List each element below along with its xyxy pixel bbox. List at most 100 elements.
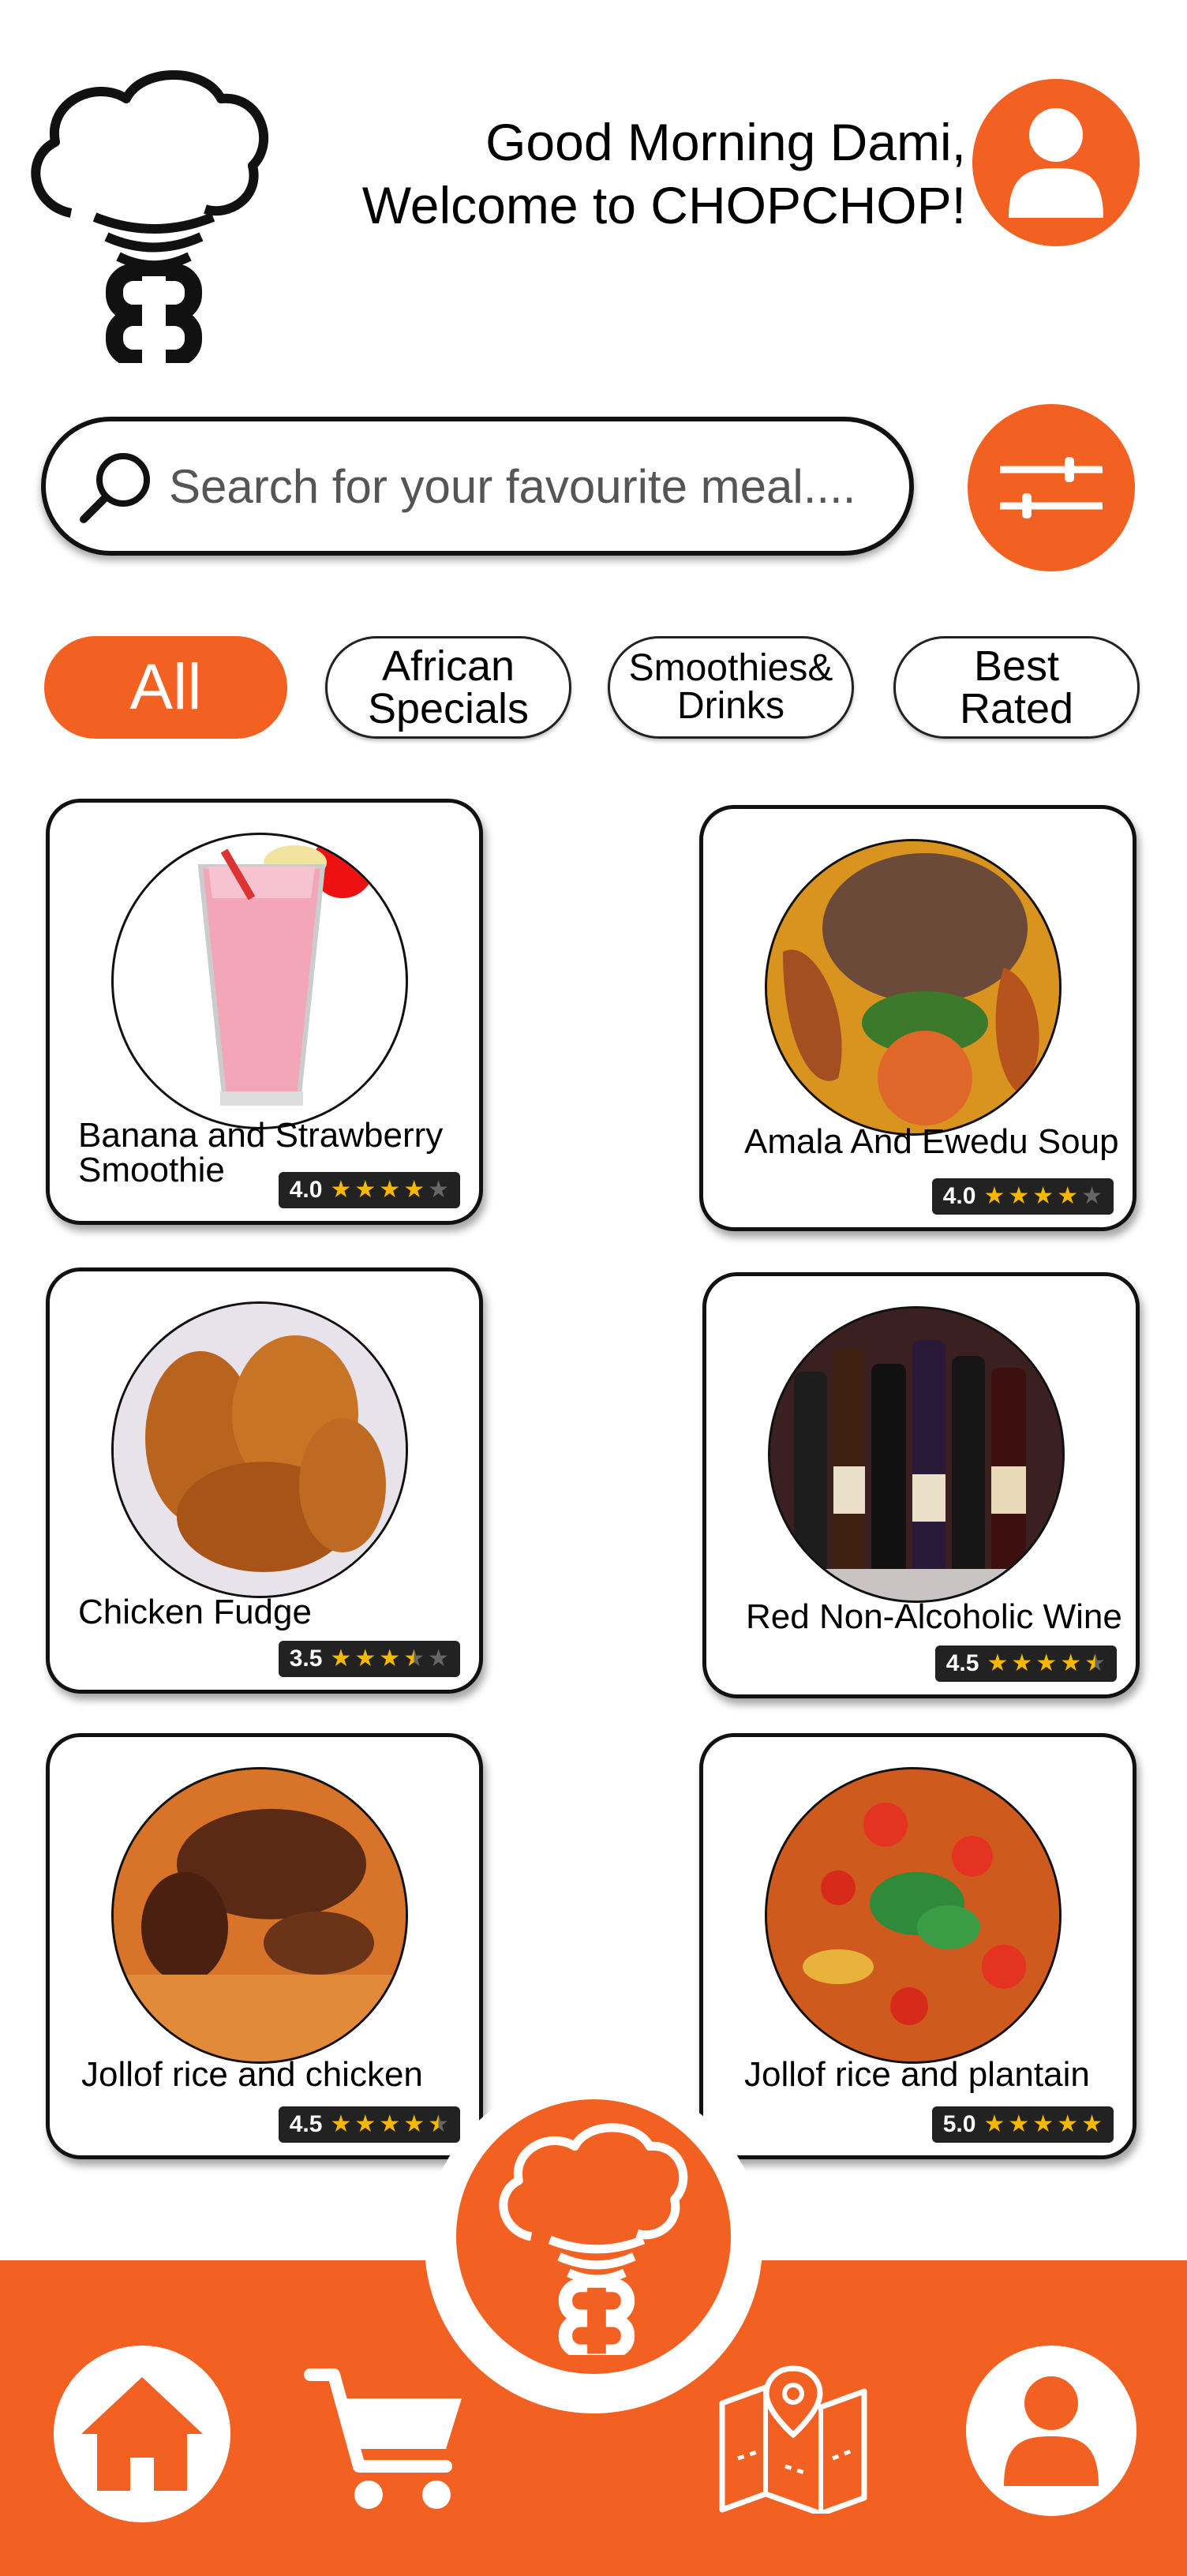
star-icon: ★	[330, 1177, 352, 1203]
rating-badge: 3.5 ★ ★ ★ ★ ★	[278, 1641, 460, 1677]
star-icon: ★	[983, 2111, 1005, 2137]
star-icon: ★	[354, 1646, 376, 1672]
home-icon	[81, 2377, 203, 2491]
search-bar[interactable]	[41, 417, 914, 556]
category-label-line-1: African	[381, 642, 515, 690]
star-icon: ★	[983, 1183, 1005, 1209]
greeting-line-2: Welcome to CHOPCHOP!	[361, 176, 966, 234]
product-name: Amala And Ewedu Soup	[744, 1125, 1155, 1159]
product-name: Chicken Fudge	[78, 1595, 489, 1630]
star-icon: ★	[1060, 1650, 1082, 1676]
rating-value: 5.0	[942, 2111, 976, 2137]
rating-stars: ★ ★ ★ ★ ★	[330, 1178, 449, 1202]
rating-stars: ★ ★ ★ ★ ★	[330, 2113, 449, 2136]
rating-badge: 4.5 ★ ★ ★ ★ ★	[934, 1646, 1117, 1682]
star-icon: ★	[1057, 1183, 1079, 1209]
product-name: Jollof rice and plantain	[744, 2057, 1155, 2092]
nav-home-button[interactable]	[54, 2346, 230, 2522]
product-name-line-1: Jollof rice and chicken	[81, 2055, 423, 2094]
rating-value: 4.0	[289, 1177, 323, 1203]
cart-icon	[304, 2368, 462, 2509]
greeting-line-1: Good Morning Dami,	[485, 113, 966, 171]
map-icon	[719, 2365, 867, 2514]
profile-avatar-button[interactable]	[972, 79, 1140, 246]
star-icon: ★	[428, 1177, 449, 1203]
product-image-wine	[768, 1306, 1065, 1603]
sliders-icon	[1000, 457, 1103, 519]
category-all[interactable]: All	[44, 636, 287, 739]
star-icon: ★	[330, 2111, 352, 2137]
category-label-line-1: Smoothies&	[628, 647, 833, 689]
rating-badge: 5.0 ★ ★ ★ ★ ★	[931, 2106, 1114, 2143]
product-name-line-1: Jollof rice and plantain	[744, 2055, 1090, 2094]
rating-stars: ★ ★ ★ ★ ★	[983, 2113, 1103, 2136]
chef-logo-icon	[499, 2123, 688, 2355]
chef-home-button[interactable]	[456, 2099, 731, 2374]
star-icon: ★	[379, 1646, 401, 1672]
product-name: Red Non-Alcoholic Wine	[746, 1600, 1156, 1634]
product-image-chicken	[111, 1301, 408, 1598]
category-best-rated[interactable]: Best Rated	[893, 636, 1140, 739]
product-card-red-non-alcoholic-wine[interactable]: Red Non-Alcoholic Wine 4.5 ★ ★ ★ ★ ★	[702, 1272, 1140, 1698]
category-smoothies-drinks[interactable]: Smoothies& Drinks	[608, 636, 854, 739]
product-name-line-1: Amala And Ewedu Soup	[744, 1122, 1119, 1161]
category-label-line-2: Rated	[959, 685, 1074, 732]
star-icon: ★	[1057, 2111, 1079, 2137]
category-african-specials[interactable]: African Specials	[325, 636, 571, 739]
filter-button[interactable]	[968, 404, 1135, 571]
rating-badge: 4.0 ★ ★ ★ ★ ★	[931, 1178, 1114, 1215]
product-card-amala-ewedu-soup[interactable]: Amala And Ewedu Soup 4.0 ★ ★ ★ ★ ★	[699, 805, 1136, 1231]
nav-profile-button[interactable]	[966, 2346, 1136, 2516]
product-image-amala	[765, 839, 1062, 1136]
rating-badge: 4.5 ★ ★ ★ ★ ★	[278, 2106, 460, 2143]
search-icon	[80, 453, 150, 523]
star-icon: ★	[1032, 1183, 1054, 1209]
rating-value: 4.5	[289, 2111, 323, 2137]
product-card-jollof-rice-plantain[interactable]: Jollof rice and plantain 5.0 ★ ★ ★ ★ ★	[699, 1733, 1136, 2159]
product-name-line-1: Red Non-Alcoholic Wine	[746, 1597, 1122, 1636]
star-icon: ★	[403, 1177, 425, 1203]
rating-stars: ★ ★ ★ ★ ★	[987, 1652, 1106, 1676]
rating-value: 3.5	[289, 1646, 323, 1672]
search-input[interactable]	[167, 458, 909, 515]
star-icon: ★	[428, 2111, 449, 2137]
product-name: Jollof rice and chicken	[81, 2057, 492, 2092]
rating-stars: ★ ★ ★ ★ ★	[330, 1647, 449, 1671]
user-icon	[1009, 108, 1103, 218]
rating-badge: 4.0 ★ ★ ★ ★ ★	[278, 1172, 460, 1208]
star-icon: ★	[403, 1646, 425, 1672]
star-icon: ★	[1008, 1183, 1030, 1209]
rating-value: 4.5	[945, 1650, 979, 1676]
profile-icon	[1004, 2376, 1099, 2486]
product-image-jollof-chicken	[111, 1767, 408, 2064]
star-icon: ★	[1032, 2111, 1054, 2137]
category-label: All	[129, 651, 202, 723]
nav-cart-button[interactable]	[300, 2360, 474, 2518]
category-label-line-2: Drinks	[676, 685, 784, 727]
chopchop-logo	[24, 63, 276, 367]
category-label-line-1: Best	[973, 642, 1060, 690]
product-card-jollof-rice-chicken[interactable]: Jollof rice and chicken 4.5 ★ ★ ★ ★ ★	[46, 1733, 483, 2159]
product-image-jollof-plantain	[765, 1767, 1062, 2064]
product-name-line-1: Chicken Fudge	[78, 1593, 312, 1631]
category-label-line-2: Specials	[367, 685, 530, 732]
star-icon: ★	[379, 1177, 401, 1203]
rating-stars: ★ ★ ★ ★ ★	[983, 1185, 1103, 1208]
star-icon: ★	[379, 2111, 401, 2137]
greeting-text: Good Morning Dami, Welcome to CHOPCHOP!	[362, 110, 966, 237]
star-icon: ★	[354, 1177, 376, 1203]
star-icon: ★	[1084, 1650, 1106, 1676]
product-card-chicken-fudge[interactable]: Chicken Fudge 3.5 ★ ★ ★ ★ ★	[46, 1267, 483, 1694]
product-card-banana-strawberry-smoothie[interactable]: Banana and Strawberry Smoothie 4.0 ★ ★ ★ ★ ★	[46, 799, 483, 1225]
star-icon: ★	[1011, 1650, 1033, 1676]
star-icon: ★	[1035, 1650, 1058, 1676]
star-icon: ★	[428, 1646, 449, 1672]
star-icon: ★	[354, 2111, 376, 2137]
star-icon: ★	[1081, 2111, 1103, 2137]
nav-map-button[interactable]	[710, 2360, 876, 2518]
star-icon: ★	[987, 1650, 1009, 1676]
star-icon: ★	[403, 2111, 425, 2137]
star-icon: ★	[1081, 1183, 1103, 1209]
product-name-line-1: Banana and Strawberry	[78, 1116, 444, 1155]
rating-value: 4.0	[942, 1183, 976, 1209]
